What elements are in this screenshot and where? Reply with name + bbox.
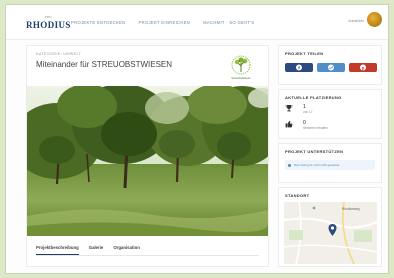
location-panel: STANDORT Rhodiusweg [278, 187, 382, 267]
share-facebook-button[interactable]: f [285, 63, 313, 72]
location-heading: STANDORT [285, 193, 310, 198]
logo-tagline: PRO [44, 15, 53, 19]
project-title: Miteinander für STREUOBSTWIESEN [36, 60, 173, 69]
login-link[interactable]: Anmelden [348, 19, 364, 23]
project-category: KATEGORIE: UMWELT [36, 52, 82, 56]
share-twitter-button[interactable] [317, 63, 345, 72]
avatar[interactable] [367, 12, 382, 27]
rank-row: 1 von 17 [285, 104, 313, 114]
logo[interactable]: PRO RHODIUS [26, 15, 71, 30]
facebook-icon: f [296, 64, 302, 71]
tab-description[interactable]: Projektbeschreibung [36, 245, 79, 255]
votes-label: Stimmen erhalten [303, 126, 328, 130]
orchard-meadow-image [27, 86, 268, 236]
svg-text:Streuobstwiesen: Streuobstwiesen [231, 76, 251, 80]
support-heading: PROJEKT UNTERSTÜTZEN [285, 149, 344, 154]
nav-item-submit[interactable]: PROJEKT EINREICHEN [139, 20, 191, 25]
tab-gallery[interactable]: Galerie [89, 245, 104, 255]
project-photo[interactable] [27, 86, 268, 236]
tab-divider [36, 255, 259, 256]
browser-frame: PRO RHODIUS PROJEKTE ENTDECKEN PROJEKT E… [5, 4, 389, 274]
votes-row: 0 Stimmen erhalten [285, 120, 328, 130]
placement-heading: AKTUELLE PLATZIERUNG [285, 95, 342, 100]
project-tabs: Projektbeschreibung Galerie Organisation [36, 245, 140, 255]
info-icon [288, 163, 291, 167]
thumbs-up-icon [285, 120, 293, 128]
logo-wordmark: RHODIUS [26, 20, 71, 30]
main-nav: PROJEKTE ENTDECKEN PROJEKT EINREICHEN MA… [71, 20, 254, 25]
pinterest-icon: p [360, 64, 366, 71]
orchard-emblem-icon: Streuobstwiesen [231, 55, 251, 80]
top-navigation: PRO RHODIUS PROJEKTE ENTDECKEN PROJEKT E… [6, 5, 388, 40]
twitter-icon [328, 64, 334, 71]
trophy-icon [285, 105, 293, 112]
share-panel: PROJEKT TEILEN f p [278, 45, 382, 85]
svg-text:Rhodiusweg: Rhodiusweg [342, 207, 360, 211]
svg-text:p: p [362, 65, 365, 70]
share-heading: PROJEKT TEILEN [285, 51, 324, 56]
project-card: KATEGORIE: UMWELT Miteinander für STREUO… [26, 45, 269, 267]
nav-item-discover[interactable]: PROJEKTE ENTDECKEN [71, 20, 126, 25]
location-map[interactable]: Rhodiusweg [284, 202, 377, 264]
placement-panel: AKTUELLE PLATZIERUNG 1 von 17 0 Stimmen … [278, 89, 382, 139]
support-panel: PROJEKT UNTERSTÜTZEN Das Voting ist noch… [278, 143, 382, 183]
map-marker-icon[interactable] [328, 224, 337, 236]
voting-notice-text: Das Voting ist noch nicht gestartet [294, 163, 340, 167]
tab-organisation[interactable]: Organisation [113, 245, 140, 255]
voting-notice: Das Voting ist noch nicht gestartet [285, 160, 375, 170]
rank-label: von 17 [303, 110, 313, 114]
nav-item-how-it-works[interactable]: MACHMIT · SO GEHT'S [203, 20, 254, 25]
share-pinterest-button[interactable]: p [349, 63, 377, 72]
